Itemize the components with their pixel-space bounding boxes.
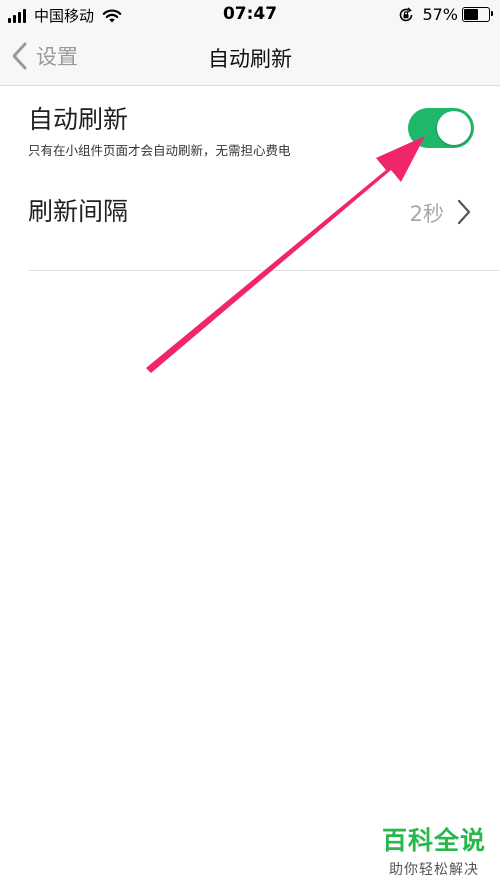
nav-bar: 设置 自动刷新	[0, 30, 500, 86]
auto-refresh-row: 自动刷新 只有在小组件页面才会自动刷新，无需担心费电	[28, 100, 500, 180]
refresh-interval-value: 2秒	[409, 202, 444, 226]
watermark: 百科全说 助你轻松解决	[382, 821, 486, 879]
watermark-title: 百科全说	[381, 826, 486, 855]
battery-fill	[464, 9, 478, 20]
battery-icon	[462, 7, 493, 22]
toggle-knob	[437, 111, 471, 145]
chevron-right-icon	[457, 199, 471, 225]
battery-percent: 57%	[422, 5, 458, 24]
status-right: 57%	[398, 5, 493, 24]
status-bar: 中国移动 07:47 57%	[0, 0, 500, 30]
watermark-subtitle: 助你轻松解决	[388, 862, 479, 878]
section-divider	[28, 270, 500, 271]
refresh-interval-row[interactable]: 刷新间隔 2秒	[28, 192, 500, 248]
auto-refresh-toggle[interactable]	[408, 108, 474, 148]
screen: 中国移动 07:47 57% 设置 自动刷新 自动刷新 只有在小组件页面才会自动…	[0, 0, 500, 889]
page-title: 自动刷新	[208, 47, 292, 71]
rotation-lock-icon	[400, 6, 413, 21]
